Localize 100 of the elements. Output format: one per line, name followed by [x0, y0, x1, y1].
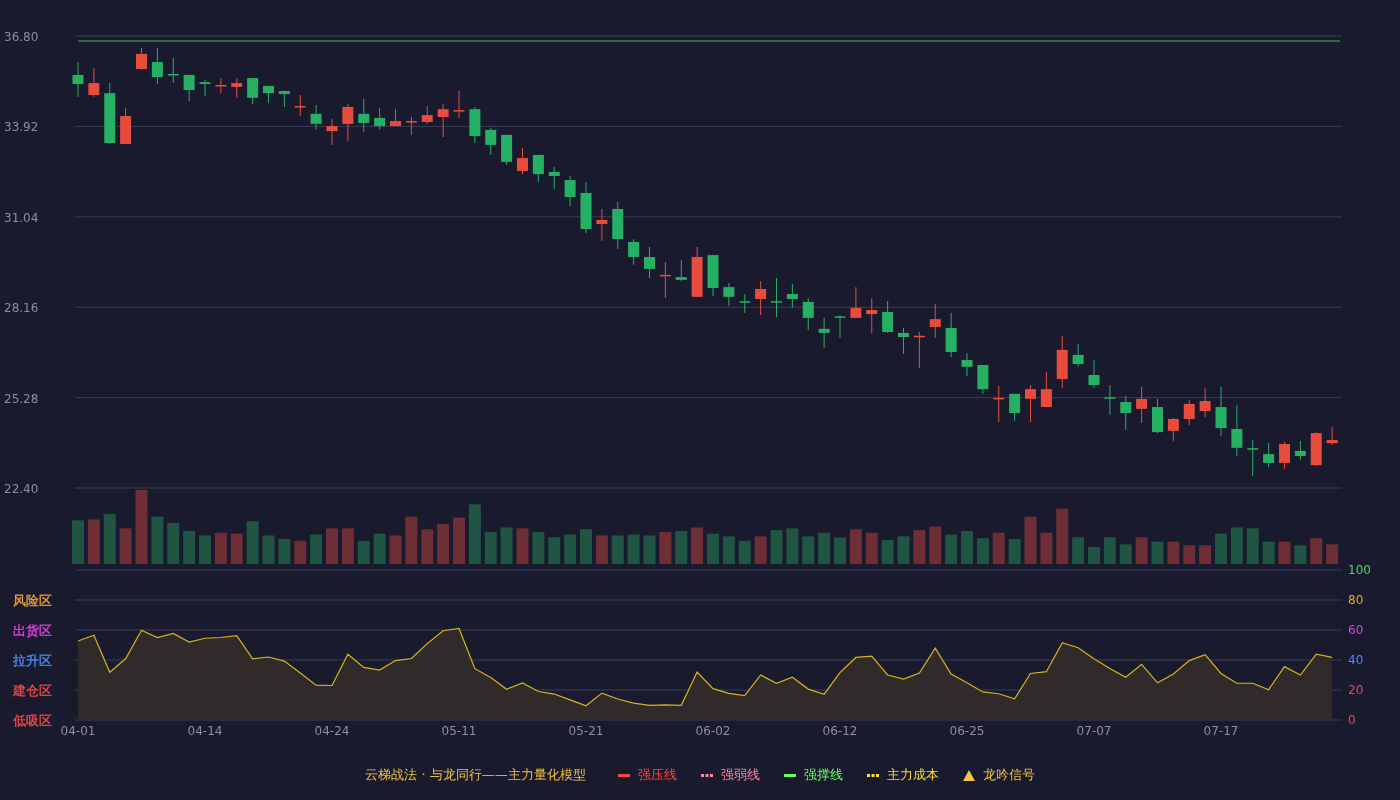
volume-bar	[818, 532, 831, 564]
legend-label[interactable]: 主力成本	[886, 765, 939, 785]
candlestick	[72, 61, 84, 98]
candlestick	[961, 352, 973, 377]
legend-label[interactable]: 强弱线	[720, 765, 760, 785]
volume-bar	[1183, 545, 1196, 564]
volume-bar	[754, 536, 767, 564]
volume-bar	[961, 531, 973, 564]
volume-bar	[341, 528, 354, 564]
legend-label[interactable]: 龙吟信号	[982, 765, 1035, 785]
axis-label: 04-24	[314, 724, 350, 738]
axis-label: 60	[1348, 623, 1364, 637]
candlestick	[945, 312, 957, 358]
candlestick	[1215, 386, 1227, 437]
volume-bar	[1310, 538, 1323, 564]
candlestick	[1231, 404, 1243, 457]
zone-label: 建仓区	[13, 683, 52, 698]
candlestick	[644, 246, 655, 279]
candlestick	[771, 277, 782, 318]
candlestick	[818, 317, 830, 349]
candlestick	[517, 147, 528, 175]
candlestick	[532, 154, 544, 183]
volume-bar	[548, 537, 561, 564]
axis-label: 80	[1348, 593, 1364, 607]
candlestick	[866, 297, 878, 334]
candlestick	[485, 127, 497, 156]
candlestick	[1025, 384, 1036, 423]
volume-bar	[532, 531, 545, 564]
candlestick	[993, 385, 1005, 423]
candlestick	[882, 300, 894, 334]
candlestick	[405, 116, 417, 136]
candlestick	[977, 364, 989, 395]
candlestick	[675, 259, 687, 282]
candlestick	[786, 283, 798, 309]
volume-bar	[643, 535, 656, 564]
volume-bar	[627, 534, 640, 564]
candlestick	[1247, 439, 1259, 477]
candlestick	[120, 107, 132, 145]
volume-bar	[738, 540, 751, 564]
volume-bar	[103, 514, 116, 564]
volume-bar	[611, 535, 624, 564]
candlestick	[739, 293, 751, 314]
volume-bar	[453, 517, 465, 564]
candlestick	[802, 297, 814, 331]
volume-bar	[722, 536, 735, 564]
axis-label: 07-07	[1076, 724, 1112, 738]
candlestick	[342, 103, 354, 142]
candlestick	[310, 104, 322, 131]
candlestick	[136, 47, 147, 71]
candlestick	[501, 134, 513, 166]
axis-label: 0	[1348, 713, 1356, 727]
axis-label: 36.80	[4, 30, 39, 44]
legend-label[interactable]: 强撑线	[803, 765, 843, 785]
candlestick	[167, 57, 179, 84]
volume-bar	[389, 535, 402, 564]
candlestick	[1199, 387, 1211, 418]
candlestick	[326, 118, 338, 146]
volume-bar	[849, 529, 862, 564]
volume-bar	[484, 531, 497, 564]
axis-label: 07-17	[1203, 724, 1239, 738]
candlestick	[1040, 371, 1052, 408]
volume-bar	[675, 531, 688, 564]
volume-bar	[199, 535, 211, 564]
volume-bar	[262, 535, 275, 564]
volume-bar	[1326, 544, 1339, 564]
volume-bar	[1278, 541, 1291, 564]
volume-bar	[1008, 539, 1021, 564]
candlestick	[1183, 399, 1195, 426]
axis-label: 06-25	[949, 724, 985, 738]
candlestick	[1279, 441, 1290, 470]
volume-bar	[1088, 547, 1100, 564]
volume-bar	[421, 529, 434, 564]
volume-bar	[500, 527, 513, 564]
axis-label: 22.40	[4, 482, 39, 496]
volume-bar	[1072, 537, 1085, 564]
volume-bar	[1024, 516, 1037, 564]
volume-bar	[564, 534, 577, 564]
volume-bar	[151, 516, 164, 564]
axis-label: 100	[1348, 563, 1371, 577]
candlestick	[548, 166, 560, 190]
volume-bar	[516, 528, 529, 564]
candlestick	[294, 94, 306, 117]
volume-bar	[167, 523, 180, 564]
volume-bar	[214, 532, 227, 564]
candlestick	[1104, 384, 1116, 416]
volume-bar	[1135, 537, 1148, 564]
axis-label: 04-01	[60, 724, 96, 738]
candlestick	[104, 82, 116, 145]
zone-label: 出货区	[13, 623, 52, 638]
candlestick	[850, 286, 862, 319]
candlestick	[898, 327, 909, 355]
candlestick	[215, 77, 227, 94]
legend-label[interactable]: 强压线	[637, 765, 677, 785]
volume-bar	[1119, 544, 1132, 564]
volume-bar	[1167, 541, 1180, 564]
axis-label: 33.92	[4, 120, 39, 135]
axis-label: 25.28	[4, 391, 39, 406]
volume-bar	[357, 540, 370, 564]
volume-bar	[834, 537, 846, 564]
volume-bar	[580, 529, 592, 564]
